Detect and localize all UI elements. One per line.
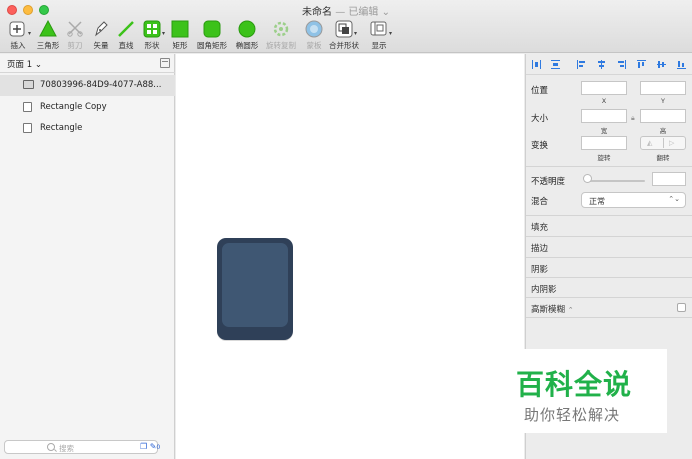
chevron-down-icon: ▾ xyxy=(354,30,358,37)
align-top-icon[interactable] xyxy=(637,60,646,69)
width-input[interactable] xyxy=(581,109,627,123)
mask-icon xyxy=(305,20,323,38)
height-caption: 高 xyxy=(659,127,667,135)
chevron-updown-icon: ⌃⌄ xyxy=(668,195,680,203)
watermark: 百科全说 助你轻松解决 xyxy=(508,349,667,433)
inner-shadow-section[interactable]: 内阴影 xyxy=(531,283,557,295)
window-toolbar: 未命名 — 已编辑 ⌄ ▾ 插入 三角形 剪刀 矢量 直线 ▾ 形状 矩形 圆角… xyxy=(0,0,692,53)
filter-count: 0 xyxy=(156,444,161,451)
divider xyxy=(526,277,692,278)
blend-mode-select[interactable]: 正常 ⌃⌄ xyxy=(581,192,686,208)
shapes-icon xyxy=(143,20,161,38)
x-input[interactable] xyxy=(581,81,627,95)
y-caption: Y xyxy=(661,97,665,105)
chevron-down-icon: ⌄ xyxy=(34,60,42,70)
divider xyxy=(526,297,692,298)
height-input[interactable] xyxy=(640,109,686,123)
size-label: 大小 xyxy=(531,114,549,124)
layer-filter-controls[interactable]: ❐ ✎0 xyxy=(140,442,160,451)
x-caption: X xyxy=(601,97,607,105)
view-label: 显示 xyxy=(371,41,387,50)
alignment-toolbar xyxy=(526,54,692,75)
align-middle-vertical-icon[interactable] xyxy=(657,60,666,69)
layer-name: Rectangle xyxy=(40,123,83,133)
y-input[interactable] xyxy=(640,81,686,95)
rounded-rectangle-icon xyxy=(203,20,221,38)
transform-label: 变换 xyxy=(531,141,549,151)
align-right-icon[interactable] xyxy=(617,60,626,69)
border-section[interactable]: 描边 xyxy=(531,242,548,254)
inner-rectangle-shape[interactable] xyxy=(222,243,288,327)
ellipse-icon xyxy=(238,20,256,38)
rectangle-layer-icon xyxy=(23,123,32,133)
blend-label: 混合 xyxy=(531,197,549,207)
chevron-down-icon: ▾ xyxy=(389,30,393,37)
layer-name: Rectangle Copy xyxy=(40,102,107,112)
search-placeholder: 搜索 xyxy=(59,444,74,453)
blend-mode-value: 正常 xyxy=(589,197,605,206)
flip-caption: 翻转 xyxy=(656,154,670,162)
document-name: 未命名 xyxy=(302,7,333,18)
opacity-slider-track[interactable] xyxy=(584,180,645,182)
edit-status: 已编辑 xyxy=(348,7,379,18)
combine-icon xyxy=(335,20,353,38)
pen-icon xyxy=(92,20,110,38)
width-caption: 宽 xyxy=(600,127,608,135)
divider xyxy=(526,215,692,216)
layers-panel: 页面 1 ⌄ 70803996-84D9-4077-A88... Rectang… xyxy=(0,54,175,459)
chevron-updown-icon: ⌃ xyxy=(567,306,574,314)
blur-checkbox[interactable] xyxy=(677,303,686,312)
rotation-caption: 旋转 xyxy=(597,154,611,162)
distribute-horizontal-icon[interactable] xyxy=(532,60,541,69)
plus-icon xyxy=(9,20,27,38)
flip-vertical-icon[interactable]: ▷ xyxy=(669,139,674,147)
copy-icon[interactable]: ❐ xyxy=(140,442,147,451)
layers-footer: 搜索 ❐ ✎0 xyxy=(0,437,175,459)
title-separator: — xyxy=(335,7,346,18)
flip-horizontal-icon[interactable]: ◭ xyxy=(647,139,652,147)
lock-icon[interactable]: 🔒︎ xyxy=(631,114,635,123)
opacity-input[interactable] xyxy=(652,172,686,186)
scissors-icon xyxy=(66,20,84,38)
fill-section[interactable]: 填充 xyxy=(531,221,548,233)
opacity-slider-knob[interactable] xyxy=(583,174,592,183)
image-icon xyxy=(23,80,34,89)
design-canvas[interactable] xyxy=(176,54,524,459)
watermark-title: 百科全说 xyxy=(516,368,633,401)
divider xyxy=(526,257,692,258)
opacity-label: 不透明度 xyxy=(531,177,566,187)
view-icon xyxy=(370,20,388,38)
chevron-down-icon[interactable]: ⌄ xyxy=(382,7,390,18)
collapse-pages-icon[interactable] xyxy=(160,58,170,68)
watermark-subtitle: 助你轻松解决 xyxy=(524,406,621,424)
gaussian-blur-section[interactable]: 高斯模糊 ⌃ xyxy=(531,303,574,315)
triangle-icon xyxy=(39,20,57,38)
page-name[interactable]: 页面 1 ⌄ xyxy=(7,58,42,70)
divider xyxy=(526,166,692,167)
page-selector[interactable]: 页面 1 ⌄ xyxy=(0,54,175,73)
position-label: 位置 xyxy=(531,86,549,96)
layer-name: 70803996-84D9-4077-A88... xyxy=(40,80,162,90)
rectangle-layer-icon xyxy=(23,102,32,112)
divider xyxy=(526,236,692,237)
layer-row[interactable]: Rectangle Copy xyxy=(0,97,175,118)
divider xyxy=(526,317,692,318)
view-button[interactable]: ▾ 显示 xyxy=(362,19,396,51)
align-center-horizontal-icon[interactable] xyxy=(597,60,606,69)
layer-row[interactable]: Rectangle xyxy=(0,118,175,139)
search-icon xyxy=(47,443,55,451)
rotation-input[interactable] xyxy=(581,136,627,150)
rounded-rectangle-shape[interactable] xyxy=(217,238,293,340)
window-title: 未命名 — 已编辑 ⌄ xyxy=(0,3,692,18)
rectangle-icon xyxy=(171,20,189,38)
distribute-vertical-icon[interactable] xyxy=(551,60,560,69)
align-bottom-icon[interactable] xyxy=(677,60,686,69)
align-left-icon[interactable] xyxy=(577,60,586,69)
rotate-copy-icon xyxy=(272,20,290,38)
shadow-section[interactable]: 阴影 xyxy=(531,263,548,275)
flip-buttons[interactable]: ◭ ▷ xyxy=(640,136,686,150)
layer-search-input[interactable]: 搜索 xyxy=(4,440,158,454)
layer-row[interactable]: 70803996-84D9-4077-A88... xyxy=(0,75,175,96)
line-icon xyxy=(117,20,135,38)
